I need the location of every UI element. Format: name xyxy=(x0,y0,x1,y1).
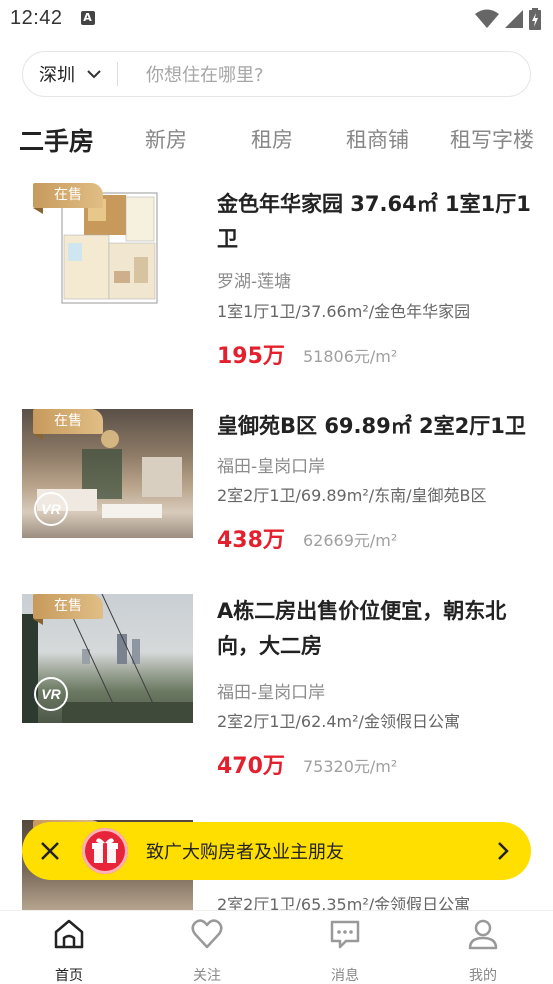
gift-icon xyxy=(82,828,128,874)
battery-icon xyxy=(529,8,541,30)
search-input[interactable]: 你想住在哪里? xyxy=(146,61,264,87)
listing-area: 福田-皇岗口岸 xyxy=(217,683,326,703)
tab-rent-shop[interactable]: 租商铺 xyxy=(346,124,409,154)
nav-label: 我的 xyxy=(469,968,497,984)
nav-home[interactable]: 首页 xyxy=(29,917,109,984)
app-screen: 12:42 A 深圳 你想住在哪里? 二手房 新房 租房 租商铺 租写字楼 在售… xyxy=(0,0,553,984)
nav-messages[interactable]: 消息 xyxy=(305,917,385,984)
listing-title: 金色年华家园 37.64㎡ 1室1厅1卫 xyxy=(217,192,531,251)
listing-price: 438万 xyxy=(217,528,285,553)
status-indicators xyxy=(475,8,541,30)
listing-unit-price: 75320元/m² xyxy=(303,757,398,776)
search-divider xyxy=(117,62,118,86)
bottom-navigation: 首页 关注 消息 我的 xyxy=(0,910,553,984)
status-badge: 在售 xyxy=(33,409,103,440)
notification-a-icon: A xyxy=(80,11,95,25)
listing-specs: 2室2厅1卫/62.4m²/金领假日公寓 xyxy=(217,712,460,731)
signal-icon xyxy=(505,10,523,28)
nav-label: 首页 xyxy=(55,968,83,984)
tab-rent[interactable]: 租房 xyxy=(251,124,293,154)
chevron-down-icon xyxy=(87,69,101,78)
chevron-right-icon[interactable] xyxy=(493,841,513,861)
tab-second-hand[interactable]: 二手房 xyxy=(19,122,94,158)
tab-rent-office[interactable]: 租写字楼 xyxy=(450,124,534,154)
status-time: 12:42 xyxy=(10,6,63,29)
listing-image: 在售 VR xyxy=(22,594,193,723)
tab-new-house[interactable]: 新房 xyxy=(145,124,187,154)
search-bar[interactable]: 深圳 你想住在哪里? xyxy=(22,51,531,97)
city-label: 深圳 xyxy=(39,65,75,86)
user-icon xyxy=(468,919,498,950)
listing-specs: 1室1厅1卫/37.66m²/金色年华家园 xyxy=(217,302,471,321)
listing-unit-price: 62669元/m² xyxy=(303,531,398,550)
wifi-icon xyxy=(475,9,499,28)
heart-icon xyxy=(191,919,223,949)
promo-text: 致广大购房者及业主朋友 xyxy=(146,842,344,863)
promo-banner[interactable]: 致广大购房者及业主朋友 xyxy=(22,822,531,880)
nav-label: 关注 xyxy=(193,968,221,984)
listing-area: 福田-皇岗口岸 xyxy=(217,457,326,477)
city-selector[interactable]: 深圳 xyxy=(23,61,101,87)
vr-icon[interactable]: VR xyxy=(34,677,68,711)
vr-icon[interactable]: VR xyxy=(34,492,68,526)
listing-image: 在售 VR xyxy=(22,409,193,538)
nav-follow[interactable]: 关注 xyxy=(167,917,247,984)
listing-specs: 2室2厅1卫/69.89m²/东南/皇御苑B区 xyxy=(217,486,487,505)
listing-image: 在售 xyxy=(22,183,193,312)
status-badge: 在售 xyxy=(33,594,103,625)
home-icon xyxy=(54,919,84,949)
category-tabs: 二手房 新房 租房 租商铺 租写字楼 xyxy=(0,124,553,172)
nav-label: 消息 xyxy=(331,968,359,984)
listing-title: A栋二房出售价位便宜，朝东北向，大二房 xyxy=(217,599,507,658)
listing-title: 皇御苑B区 69.89㎡ 2室2厅1卫 xyxy=(217,414,526,438)
nav-profile[interactable]: 我的 xyxy=(443,917,523,984)
close-icon[interactable] xyxy=(38,839,62,863)
listing-area: 罗湖-莲塘 xyxy=(217,272,292,292)
listing-unit-price: 51806元/m² xyxy=(303,347,398,366)
listing-price: 470万 xyxy=(217,754,285,779)
listing-price: 195万 xyxy=(217,344,285,369)
status-badge: 在售 xyxy=(33,183,103,214)
message-icon xyxy=(330,920,360,949)
status-bar: 12:42 A xyxy=(0,0,553,36)
